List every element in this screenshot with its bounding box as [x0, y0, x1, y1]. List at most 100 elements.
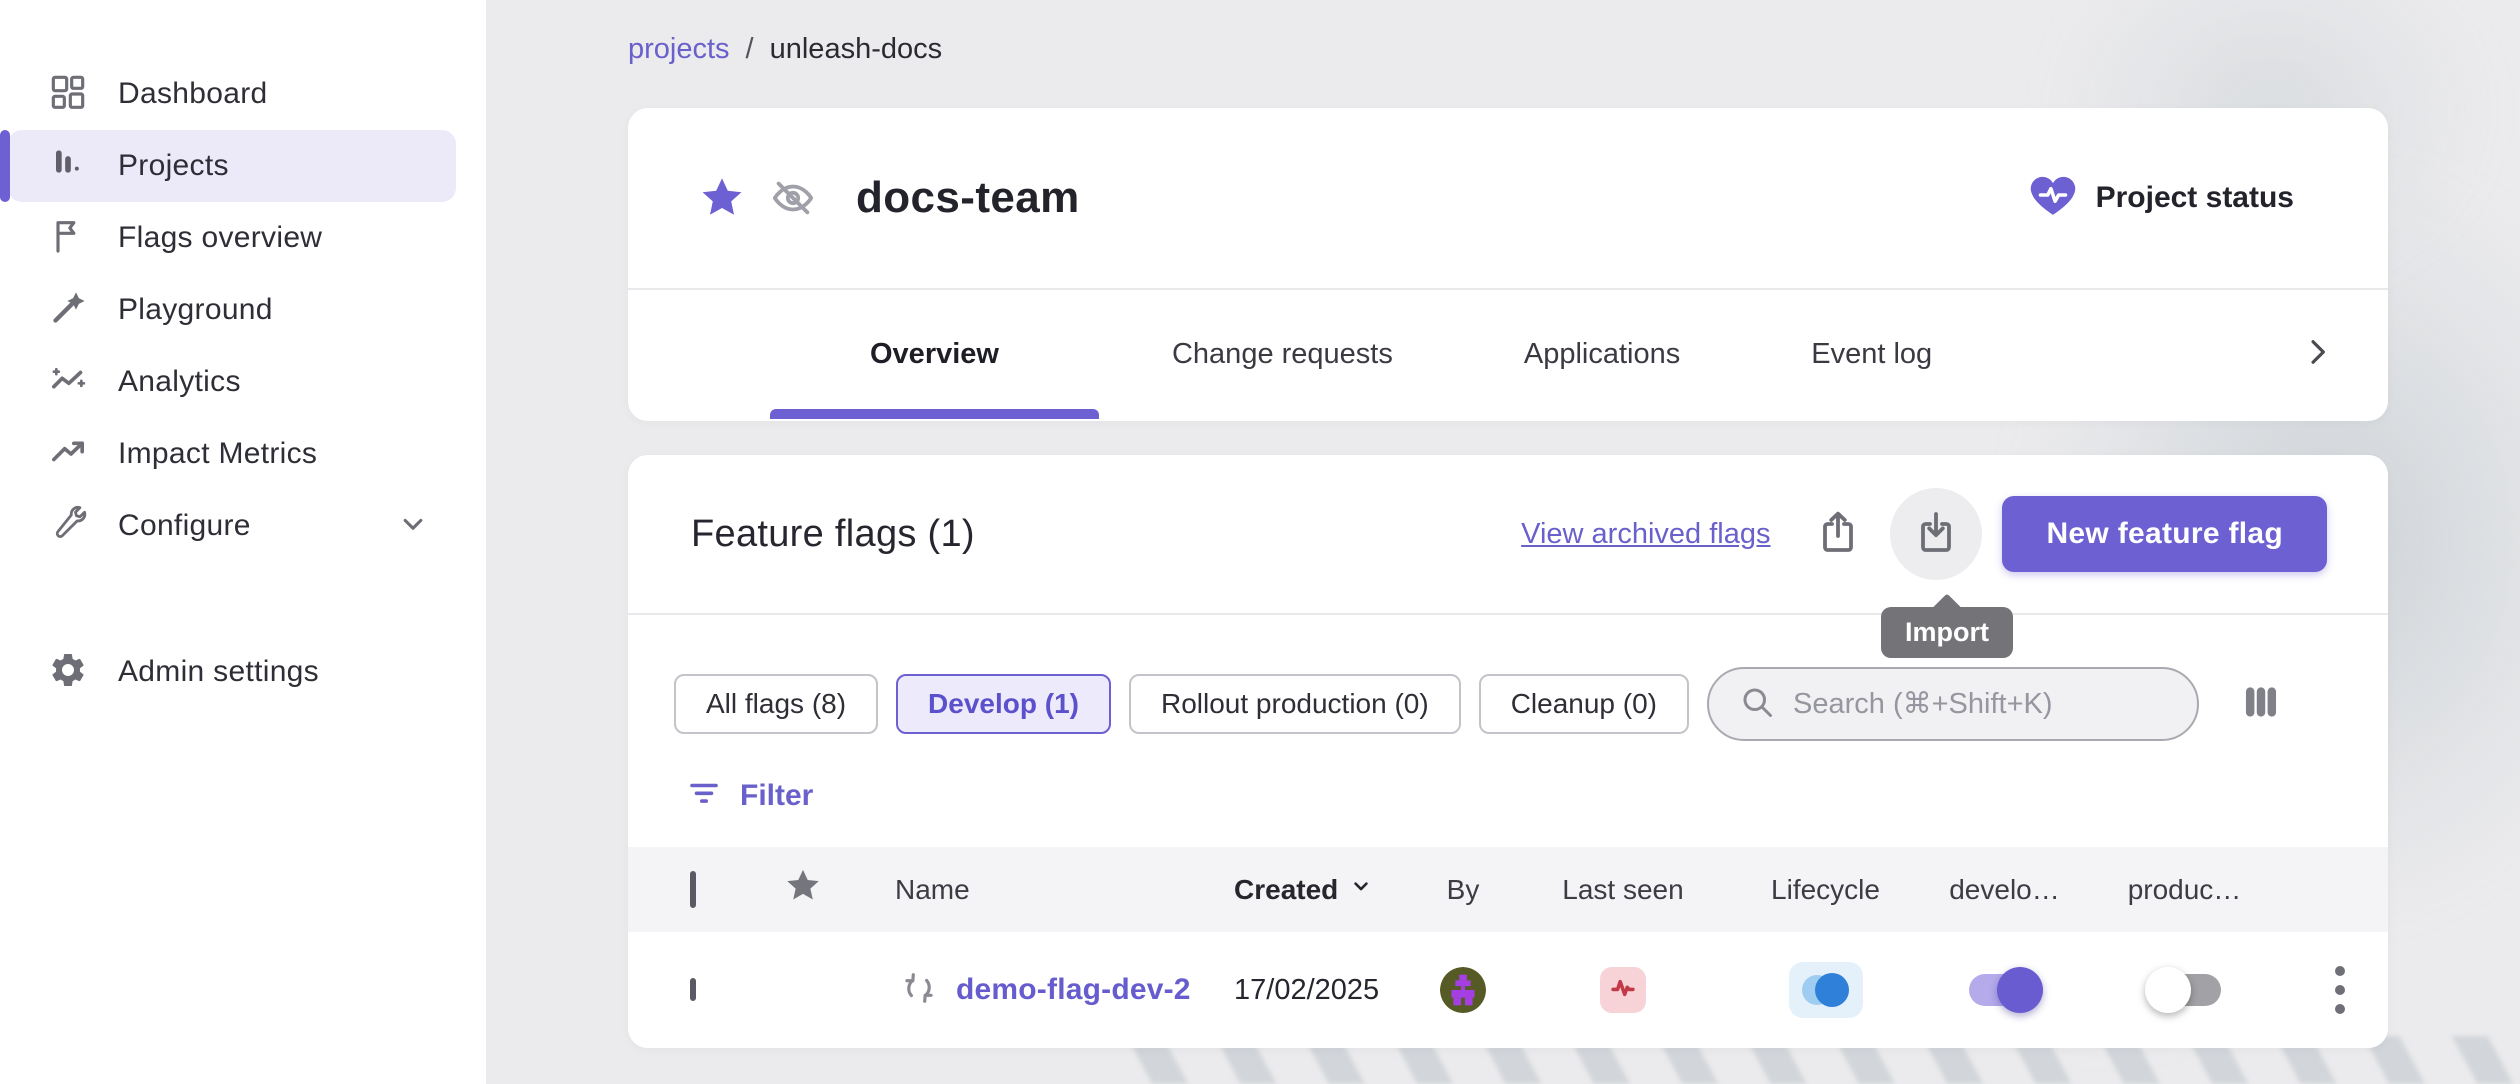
sidebar-item-flags-overview[interactable]: Flags overview	[8, 202, 456, 274]
column-header-lifecycle[interactable]: Lifecycle	[1738, 874, 1913, 906]
lifecycle-badge[interactable]	[1789, 962, 1863, 1018]
analytics-icon	[48, 360, 88, 405]
creator-avatar[interactable]	[1440, 967, 1486, 1013]
sidebar-item-projects[interactable]: Projects	[8, 130, 456, 202]
column-header-label: Created	[1234, 874, 1338, 906]
project-header-card: docs-team Project status Overview Change…	[628, 108, 2388, 421]
columns-button[interactable]	[2239, 680, 2283, 729]
tabs-overflow-button[interactable]	[2298, 290, 2336, 419]
favorite-star-icon[interactable]	[698, 174, 746, 222]
heart-pulse-icon	[2028, 171, 2078, 226]
chip-all-flags[interactable]: All flags (8)	[674, 674, 878, 734]
breadcrumb-projects-link[interactable]: projects	[628, 33, 730, 66]
sidebar-item-playground[interactable]: Playground	[8, 274, 456, 346]
project-status-button[interactable]: Project status	[2028, 171, 2294, 226]
sidebar-item-dashboard[interactable]: Dashboard	[8, 58, 456, 130]
sidebar: Dashboard Projects Flags overview Playgr…	[0, 0, 486, 1084]
select-all-checkbox[interactable]	[690, 871, 696, 908]
tab-overview[interactable]: Overview	[770, 290, 1099, 419]
last-seen-badge[interactable]	[1600, 967, 1646, 1013]
column-header-last-seen[interactable]: Last seen	[1508, 874, 1738, 906]
sort-chevron-down-icon	[1348, 873, 1374, 906]
view-archived-flags-link[interactable]: View archived flags	[1521, 518, 1770, 551]
flag-created-date: 17/02/2025	[1234, 974, 1418, 1007]
column-header-name[interactable]: Name	[848, 874, 1234, 906]
filter-label: Filter	[740, 779, 813, 813]
pulse-icon	[1606, 971, 1640, 1010]
sidebar-item-configure[interactable]: Configure	[8, 490, 456, 562]
lifecycle-filter-chips: All flags (8) Develop (1) Rollout produc…	[674, 667, 2388, 741]
eye-off-icon	[770, 175, 816, 221]
import-tooltip: Import	[1881, 607, 2013, 658]
search-input[interactable]	[1793, 688, 2170, 721]
toggle-knob	[2145, 967, 2191, 1013]
search-box[interactable]	[1707, 667, 2199, 741]
production-toggle[interactable]	[2147, 967, 2223, 1013]
feature-flags-card: Feature flags (1) View archived flags	[628, 455, 2388, 1048]
table-header-row: Name Created By Last seen Lifecycle deve…	[628, 847, 2388, 932]
sidebar-item-label: Projects	[118, 149, 229, 183]
project-tabs: Overview Change requests Applications Ev…	[628, 290, 2388, 419]
sidebar-item-analytics[interactable]: Analytics	[8, 346, 456, 418]
develop-toggle[interactable]	[1967, 967, 2043, 1013]
filter-button[interactable]: Filter	[686, 775, 2388, 816]
flag-name-link[interactable]: demo-flag-dev-2	[956, 973, 1191, 1007]
gear-icon	[48, 650, 88, 695]
chip-develop[interactable]: Develop (1)	[896, 674, 1111, 734]
trending-up-icon	[48, 432, 88, 477]
project-status-label: Project status	[2096, 181, 2294, 215]
sync-icon	[900, 969, 938, 1012]
export-button[interactable]	[1792, 488, 1884, 580]
flag-icon	[48, 216, 88, 261]
import-button[interactable]	[1890, 488, 1982, 580]
tab-label: Change requests	[1172, 338, 1393, 371]
breadcrumb-current: unleash-docs	[770, 33, 943, 66]
sidebar-item-admin-settings[interactable]: Admin settings	[8, 636, 456, 708]
tab-label: Applications	[1524, 338, 1680, 371]
sidebar-item-label: Dashboard	[118, 77, 267, 111]
wrench-icon	[48, 504, 88, 549]
export-icon	[1814, 508, 1862, 561]
chip-cleanup[interactable]: Cleanup (0)	[1479, 674, 1689, 734]
breadcrumb: projects / unleash-docs	[628, 33, 942, 66]
projects-icon	[48, 144, 88, 189]
feature-flags-title: Feature flags (1)	[691, 513, 975, 556]
tab-change-requests[interactable]: Change requests	[1114, 290, 1451, 419]
lifecycle-stage-front-dot	[1815, 973, 1849, 1007]
tab-label: Event log	[1811, 338, 1932, 371]
chevron-right-icon	[2298, 333, 2336, 376]
sidebar-spacer	[0, 562, 486, 636]
column-header-by[interactable]: By	[1418, 874, 1508, 906]
column-header-develop[interactable]: develo…	[1913, 874, 2096, 906]
row-actions-menu-button[interactable]	[2291, 958, 2388, 1022]
sidebar-item-label: Flags overview	[118, 221, 322, 255]
project-title: docs-team	[856, 173, 1080, 223]
project-title-row: docs-team Project status	[628, 108, 2388, 290]
sidebar-item-label: Configure	[118, 509, 251, 543]
feature-flags-table: Name Created By Last seen Lifecycle deve…	[628, 847, 2388, 1048]
main-content: projects / unleash-docs docs-team	[486, 0, 2520, 1084]
search-icon	[1739, 684, 1775, 725]
chip-rollout-production[interactable]: Rollout production (0)	[1129, 674, 1461, 734]
dashboard-icon	[48, 72, 88, 117]
breadcrumb-separator: /	[746, 33, 754, 66]
column-header-created[interactable]: Created	[1234, 873, 1418, 906]
tab-applications[interactable]: Applications	[1466, 290, 1738, 419]
filter-icon	[686, 775, 722, 816]
toggle-knob	[1997, 967, 2043, 1013]
table-row: demo-flag-dev-2 17/02/2025	[628, 932, 2388, 1048]
chevron-down-icon	[396, 507, 430, 546]
row-checkbox[interactable]	[690, 978, 696, 1001]
column-header-production[interactable]: produc…	[2096, 874, 2273, 906]
sidebar-item-impact-metrics[interactable]: Impact Metrics	[8, 418, 456, 490]
tab-label: Overview	[870, 338, 999, 371]
feature-flags-header: Feature flags (1) View archived flags	[628, 455, 2388, 615]
tab-event-log[interactable]: Event log	[1753, 290, 1990, 419]
new-feature-flag-button[interactable]: New feature flag	[2002, 496, 2327, 572]
favorite-column-star-icon	[782, 865, 824, 914]
sidebar-item-label: Analytics	[118, 365, 241, 399]
columns-icon	[2239, 680, 2283, 729]
sidebar-item-label: Playground	[118, 293, 273, 327]
wand-icon	[48, 288, 88, 333]
sidebar-item-label: Admin settings	[118, 655, 319, 689]
